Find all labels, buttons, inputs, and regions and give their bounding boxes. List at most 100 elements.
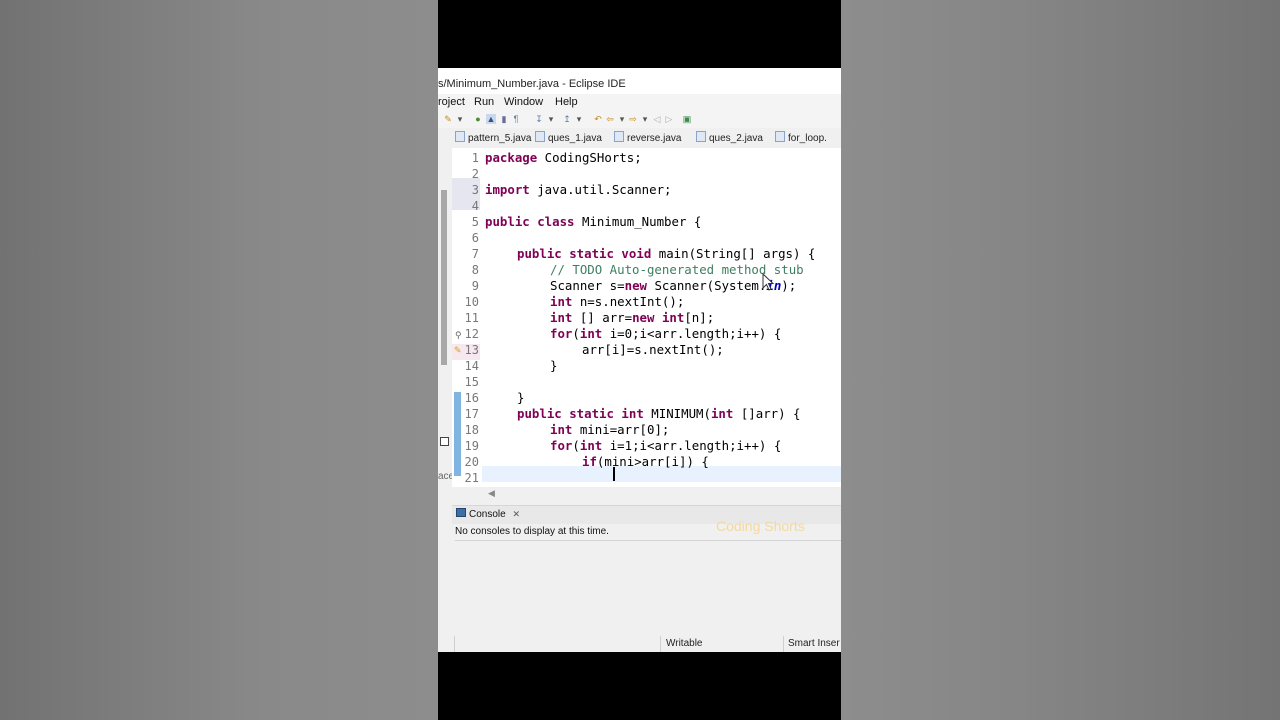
status-bar: Writable Smart Inser bbox=[438, 636, 841, 652]
java-file-icon bbox=[696, 131, 706, 142]
dropdown-arrow-icon[interactable]: ▾ bbox=[574, 114, 584, 124]
line-number: 20 bbox=[464, 455, 479, 469]
dropdown-arrow-icon[interactable]: ▾ bbox=[455, 114, 465, 124]
java-file-icon bbox=[775, 131, 785, 142]
minimized-view-bar[interactable] bbox=[441, 190, 447, 365]
pin-icon[interactable]: ● bbox=[473, 114, 483, 124]
line-number: 9 bbox=[471, 279, 479, 293]
nav-back-icon[interactable]: ◁ bbox=[652, 114, 662, 124]
code-line-13: arr[i]=s.nextInt(); bbox=[582, 342, 724, 357]
code-line-12: for(int i=0;i<arr.length;i++) { bbox=[550, 326, 782, 341]
dropdown-arrow-icon[interactable]: ▾ bbox=[546, 114, 556, 124]
scroll-left-icon[interactable]: ◀ bbox=[488, 488, 495, 499]
line-number: 14 bbox=[464, 359, 479, 373]
last-edit-icon[interactable]: ↶ bbox=[593, 114, 603, 124]
console-tab[interactable]: Console ✕ bbox=[456, 508, 520, 524]
java-file-icon bbox=[455, 131, 465, 142]
toolbar: ✎ ▾ ● ▲ ▮ ¶ ↧ ▾ ↥ ▾ ↶ ⇦ ▾ ⇨ ▾ ◁ ▷ ▣ bbox=[438, 111, 841, 128]
code-editor[interactable]: ⚲ ✎ ⊘ 1 2 3 4 5 6 7 8 9 10 11 12 13 14 1… bbox=[452, 148, 841, 531]
eclipse-window: s/Minimum_Number.java - Eclipse IDE roje… bbox=[438, 68, 841, 652]
tab-label: pattern_5.java bbox=[468, 133, 532, 144]
forward-icon[interactable]: ⇨ bbox=[628, 114, 638, 124]
highlight-icon[interactable]: ▲ bbox=[486, 114, 496, 124]
line-number: 3 bbox=[471, 183, 479, 197]
code-line-7: public static void main(String[] args) { bbox=[517, 246, 816, 261]
line-number: 1 bbox=[471, 151, 479, 165]
line-number: 18 bbox=[464, 423, 479, 437]
line-number: 16 bbox=[464, 391, 479, 405]
menu-bar: roject Run Window Help bbox=[438, 94, 841, 111]
menu-help[interactable]: Help bbox=[555, 96, 578, 108]
dropdown-arrow-icon[interactable]: ▾ bbox=[617, 114, 627, 124]
code-line-19: for(int i=1;i<arr.length;i++) { bbox=[550, 438, 782, 453]
code-line-16: } bbox=[517, 390, 525, 405]
back-icon[interactable]: ⇦ bbox=[605, 114, 615, 124]
status-divider bbox=[454, 636, 455, 652]
code-line-9: Scanner s=new Scanner(System.in); bbox=[550, 278, 797, 293]
tab-ques-1[interactable]: ques_1.java bbox=[535, 131, 602, 147]
console-message: No consoles to display at this time. bbox=[455, 526, 609, 537]
console-icon bbox=[456, 508, 466, 517]
left-panel-strip: ace bbox=[438, 148, 454, 578]
line-number: 12 bbox=[464, 327, 479, 341]
console-tab-label: Console bbox=[469, 509, 506, 520]
close-icon[interactable]: ✕ bbox=[512, 509, 520, 519]
title-bar: s/Minimum_Number.java - Eclipse IDE bbox=[438, 68, 841, 94]
line-number: 11 bbox=[464, 311, 479, 325]
code-line-18: int mini=arr[0]; bbox=[550, 422, 670, 437]
video-frame: s/Minimum_Number.java - Eclipse IDE roje… bbox=[438, 0, 841, 720]
next-annotation-icon[interactable]: ↧ bbox=[534, 114, 544, 124]
text-cursor bbox=[613, 467, 615, 481]
line-number: 7 bbox=[471, 247, 479, 261]
channel-watermark: Coding Shorts bbox=[716, 518, 805, 534]
tab-pattern-5[interactable]: pattern_5.java bbox=[455, 131, 531, 147]
nav-forward-icon[interactable]: ▷ bbox=[664, 114, 674, 124]
prev-annotation-icon[interactable]: ↥ bbox=[562, 114, 572, 124]
line-number: 10 bbox=[464, 295, 479, 309]
toggle-icon[interactable]: ▮ bbox=[499, 114, 509, 124]
console-divider bbox=[455, 540, 841, 541]
horizontal-scrollbar[interactable]: ◀ bbox=[452, 487, 841, 501]
status-divider bbox=[783, 636, 784, 652]
code-line-17: public static int MINIMUM(int []arr) { bbox=[517, 406, 801, 421]
tab-reverse[interactable]: reverse.java bbox=[614, 131, 681, 147]
editor-tabs: pattern_5.java ques_1.java reverse.java … bbox=[452, 128, 841, 148]
java-file-icon bbox=[614, 131, 624, 142]
open-perspective-icon[interactable]: ▣ bbox=[682, 114, 692, 124]
tab-label: for_loop. bbox=[788, 133, 827, 144]
build-icon[interactable]: ✎ bbox=[443, 114, 453, 124]
code-line-14: } bbox=[550, 358, 558, 373]
tab-ques-2[interactable]: ques_2.java bbox=[696, 131, 763, 147]
restore-icon[interactable] bbox=[440, 437, 449, 446]
line-number: 4 bbox=[471, 199, 479, 213]
code-line-11: int [] arr=new int[n]; bbox=[550, 310, 715, 325]
show-whitespace-icon[interactable]: ¶ bbox=[511, 114, 521, 124]
menu-run[interactable]: Run bbox=[474, 96, 494, 108]
code-line-20: if(mini>arr[i]) { bbox=[582, 454, 709, 469]
dropdown-arrow-icon[interactable]: ▾ bbox=[640, 114, 650, 124]
line-number: 8 bbox=[471, 263, 479, 277]
mouse-pointer-icon bbox=[762, 273, 775, 291]
writable-status: Writable bbox=[666, 638, 703, 649]
tab-label: ques_2.java bbox=[709, 133, 763, 144]
window-title: s/Minimum_Number.java - Eclipse IDE bbox=[438, 78, 626, 90]
line-number: 2 bbox=[471, 167, 479, 181]
left-blurred-background bbox=[0, 0, 438, 720]
menu-window[interactable]: Window bbox=[504, 96, 543, 108]
line-number: 5 bbox=[471, 215, 479, 229]
line-number: 19 bbox=[464, 439, 479, 453]
console-body: No consoles to display at this time. bbox=[455, 524, 841, 636]
line-number: 15 bbox=[464, 375, 479, 389]
line-number: 13 bbox=[464, 343, 479, 357]
code-line-3: import java.util.Scanner; bbox=[485, 182, 672, 197]
menu-project[interactable]: roject bbox=[438, 96, 465, 108]
code-line-1: package CodingSHorts; bbox=[485, 150, 642, 165]
line-number-gutter: ⚲ ✎ ⊘ 1 2 3 4 5 6 7 8 9 10 11 12 13 14 1… bbox=[452, 148, 482, 531]
insert-mode-status: Smart Inser bbox=[788, 638, 840, 649]
code-line-5: public class Minimum_Number { bbox=[485, 214, 702, 229]
right-blurred-background bbox=[841, 0, 1280, 720]
tab-label: reverse.java bbox=[627, 133, 682, 144]
java-file-icon bbox=[535, 131, 545, 142]
line-number: 6 bbox=[471, 231, 479, 245]
tab-for-loop[interactable]: for_loop. bbox=[775, 131, 827, 147]
